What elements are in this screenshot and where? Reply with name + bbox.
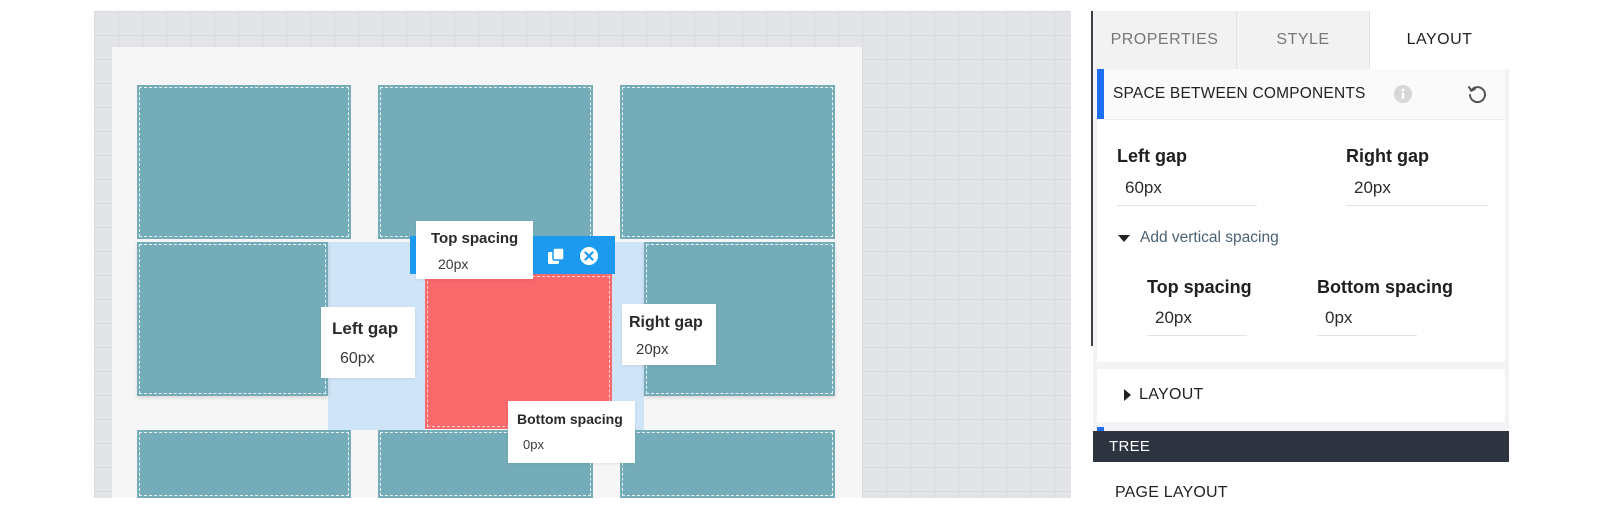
left-gap-label: Left gap xyxy=(1117,146,1187,166)
caret-down-icon xyxy=(1118,234,1130,242)
bottom-spacing-label: Bottom spacing xyxy=(1317,277,1454,297)
left-gap-input[interactable]: 60px xyxy=(1117,176,1257,206)
bottom-spacing-callout-value: 0px xyxy=(523,437,544,452)
info-icon[interactable] xyxy=(1393,84,1413,104)
right-gap-callout-label: Right gap xyxy=(629,314,703,331)
right-gap-label: Right gap xyxy=(1346,146,1429,166)
add-vertical-spacing-toggle[interactable]: Add vertical spacing xyxy=(1118,228,1279,248)
duplicate-icon[interactable] xyxy=(546,246,566,266)
section-title: SPACE BETWEEN COMPONENTS xyxy=(1113,85,1366,102)
grid-tile[interactable] xyxy=(137,242,328,396)
top-spacing-label: Top spacing xyxy=(1147,277,1252,297)
bottom-spacing-callout: Bottom spacing 0px xyxy=(508,401,635,463)
bottom-spacing-callout-label: Bottom spacing xyxy=(517,411,623,427)
right-gap-callout-value: 20px xyxy=(636,341,669,358)
left-gap-callout: Left gap 60px xyxy=(321,307,415,378)
grid-tile[interactable] xyxy=(137,430,351,498)
top-spacing-callout: Top spacing 20px xyxy=(416,221,533,279)
right-gap-input[interactable]: 20px xyxy=(1346,176,1488,206)
reset-icon[interactable] xyxy=(1466,83,1488,105)
bottom-spacing-input[interactable]: 0px xyxy=(1317,306,1417,336)
grid-tile[interactable] xyxy=(620,85,835,239)
layout-section-header[interactable]: LAYOUT xyxy=(1097,369,1505,422)
add-vertical-spacing-label: Add vertical spacing xyxy=(1140,229,1279,246)
tab-properties[interactable]: PROPERTIES xyxy=(1093,11,1237,69)
grid-tile[interactable] xyxy=(137,85,351,239)
right-gap-callout: Right gap 20px xyxy=(622,304,716,365)
grid-tile[interactable] xyxy=(620,430,835,498)
left-gap-callout-value: 60px xyxy=(340,350,375,367)
tab-layout[interactable]: LAYOUT xyxy=(1370,11,1509,69)
tree-item-label: PAGE LAYOUT xyxy=(1115,484,1228,501)
caret-right-icon xyxy=(1124,389,1131,401)
top-spacing-input[interactable]: 20px xyxy=(1147,306,1247,336)
section-accent-bar xyxy=(1097,69,1104,119)
remove-icon[interactable] xyxy=(579,246,599,266)
tree-item-page-layout[interactable]: PAGE LAYOUT xyxy=(1093,462,1509,508)
tab-style[interactable]: STYLE xyxy=(1237,11,1370,69)
grid-tile[interactable] xyxy=(378,85,593,239)
tree-title: TREE xyxy=(1109,438,1151,455)
tree-header[interactable]: TREE xyxy=(1093,431,1509,462)
top-spacing-callout-label: Top spacing xyxy=(431,230,519,247)
top-spacing-callout-value: 20px xyxy=(438,256,469,272)
layout-section-label: LAYOUT xyxy=(1139,386,1204,403)
left-gap-callout-label: Left gap xyxy=(332,319,399,338)
